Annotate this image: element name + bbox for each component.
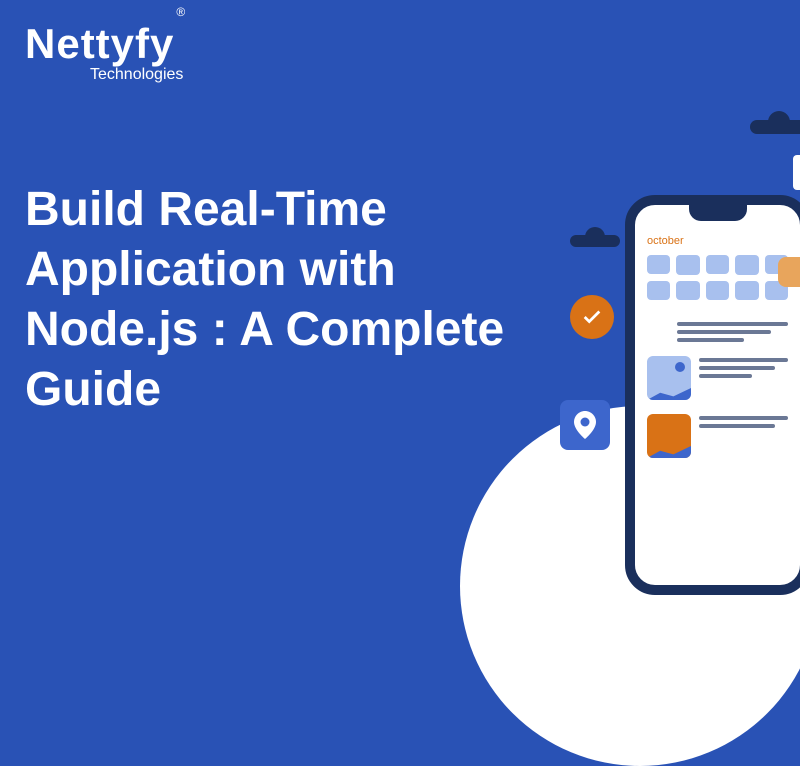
calendar-cell	[706, 281, 729, 300]
cloud-decoration-2	[750, 120, 800, 134]
calendar-cell	[647, 281, 670, 300]
calendar-cell	[676, 255, 699, 275]
text-line	[699, 374, 752, 378]
brand-logo: Nettyfy ® Technologies	[25, 20, 185, 84]
phone-mockup: october	[625, 195, 800, 595]
text-line	[677, 322, 788, 326]
text-line	[699, 416, 788, 420]
location-pin-icon	[573, 411, 597, 439]
page-headline: Build Real-Time Application with Node.js…	[25, 180, 545, 420]
calendar-month-label: october	[647, 235, 788, 247]
card-thumbnail	[647, 356, 691, 400]
text-line	[699, 424, 775, 428]
check-icon	[581, 306, 603, 328]
calendar-grid	[647, 255, 788, 300]
logo-subtitle: Technologies	[90, 66, 185, 84]
text-line	[677, 330, 771, 334]
list-text-lines	[677, 320, 788, 346]
text-line	[699, 366, 775, 370]
calendar-cell	[676, 281, 699, 301]
checkmark-badge	[570, 295, 614, 339]
text-line	[677, 338, 744, 342]
content-card	[647, 414, 788, 458]
sun-icon	[675, 362, 685, 372]
calendar-cell	[647, 255, 670, 274]
calendar-cell	[735, 281, 758, 301]
calendar-cell	[735, 255, 758, 275]
calendar-cell-selected	[765, 255, 788, 274]
decorative-bar	[793, 155, 800, 190]
phone-screen-content: october	[635, 205, 800, 484]
phone-notch	[689, 205, 747, 221]
card-text-lines	[699, 356, 788, 400]
cloud-decoration-1	[570, 235, 620, 247]
location-pin-card	[560, 400, 610, 450]
calendar-cell	[706, 255, 729, 274]
list-bullet	[647, 320, 671, 344]
list-item	[647, 320, 788, 346]
text-line	[699, 358, 788, 362]
registered-trademark: ®	[176, 5, 185, 19]
card-text-lines	[699, 414, 788, 458]
logo-brand-name: Nettyfy	[25, 20, 174, 68]
finger-tap-icon	[778, 257, 800, 287]
content-card	[647, 356, 788, 400]
card-thumbnail	[647, 414, 691, 458]
